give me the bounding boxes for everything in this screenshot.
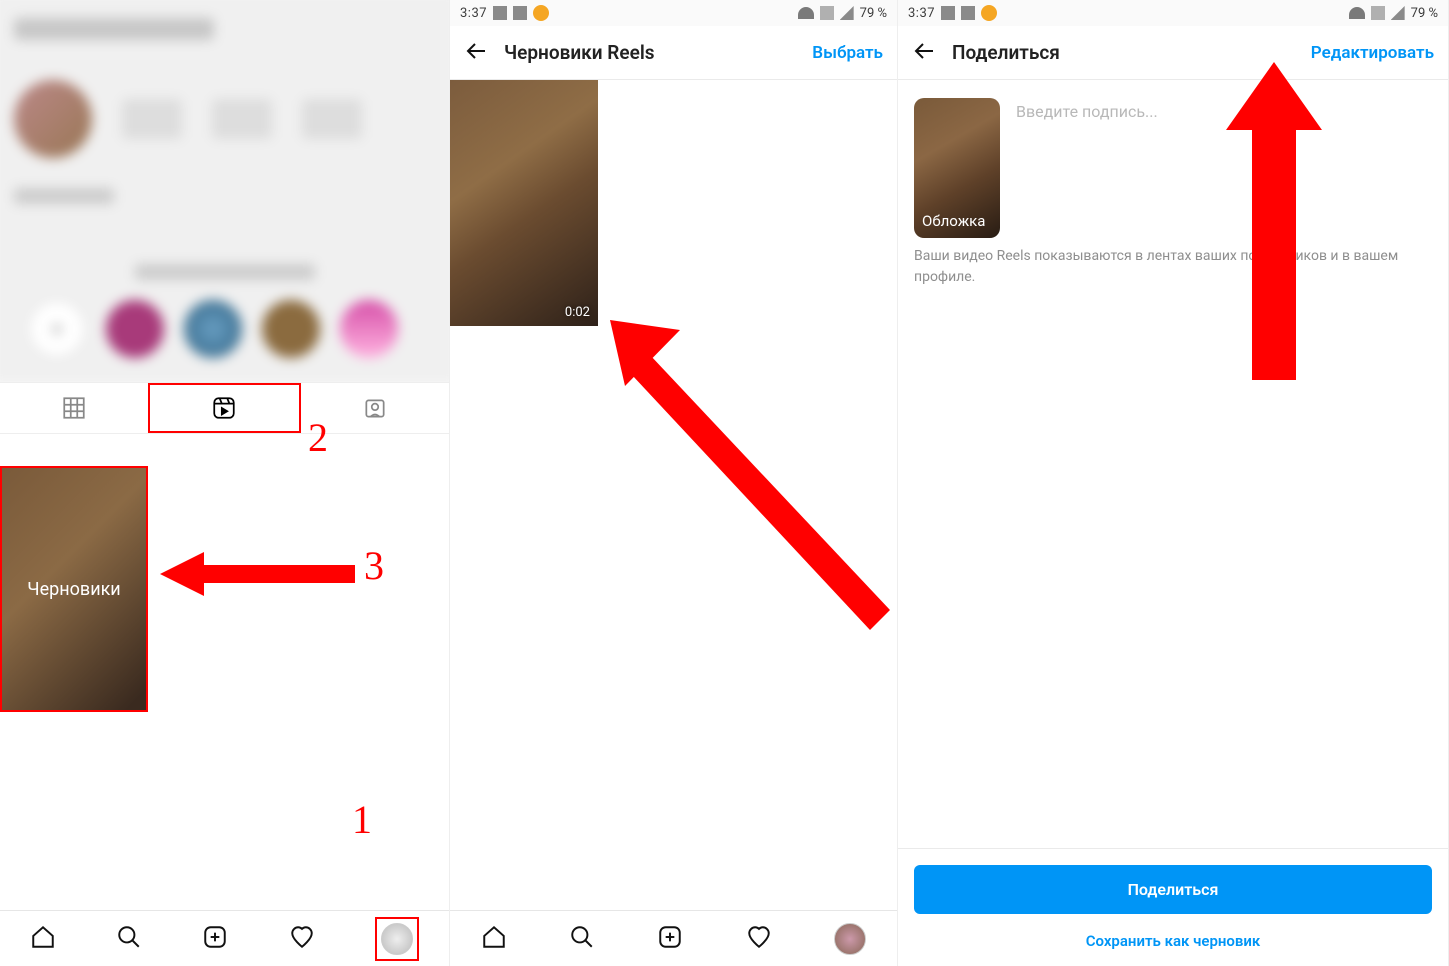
bottom-nav (0, 910, 449, 966)
search-icon (116, 924, 142, 950)
plus-square-icon (202, 924, 228, 950)
drafts-title: Черновики Reels (504, 41, 796, 64)
profile-header-blurred: + (0, 0, 450, 386)
annotation-arrow-3 (160, 544, 360, 604)
status-battery: 79 % (860, 6, 887, 21)
drafts-header: Черновики Reels Выбрать (450, 26, 897, 80)
draft-clip[interactable]: 0:02 (450, 80, 598, 326)
back-button[interactable] (912, 39, 936, 67)
edit-button[interactable]: Редактировать (1311, 43, 1434, 63)
status-bar: 3:37 79 % (450, 0, 897, 26)
save-draft-button[interactable]: Сохранить как черновик (914, 932, 1432, 950)
plus-square-icon (657, 924, 683, 950)
grid-icon (61, 395, 87, 421)
app-indicator-icon (981, 5, 997, 21)
share-header: Поделиться Редактировать (898, 26, 1448, 80)
signal-icon (1391, 6, 1405, 20)
clip-duration: 0:02 (565, 305, 590, 320)
home-icon (30, 924, 56, 950)
reels-info-text: Ваши видео Reels показываются в лентах в… (914, 246, 1432, 288)
touch-icon (493, 6, 507, 20)
share-screen: 3:37 79 % Поделиться Редактировать Облож… (898, 0, 1449, 966)
home-icon (481, 924, 507, 950)
back-button[interactable] (464, 39, 488, 67)
cover-label: Обложка (922, 212, 985, 230)
touch-icon (941, 6, 955, 20)
caption-placeholder-text: Введите подпись... (1016, 102, 1158, 121)
profile-tab-strip (0, 382, 449, 434)
signal-icon (840, 6, 854, 20)
select-button[interactable]: Выбрать (812, 43, 883, 63)
status-bar: 3:37 79 % (898, 0, 1448, 26)
image-icon (513, 6, 527, 20)
wifi-icon (1349, 7, 1365, 19)
avatar-icon (381, 923, 413, 955)
annotation-number-3: 3 (364, 542, 384, 589)
nav-home[interactable] (30, 924, 56, 954)
reels-icon (211, 395, 237, 421)
bottom-nav (450, 910, 897, 966)
arrow-left-icon (912, 39, 936, 63)
nav-profile[interactable] (375, 917, 419, 961)
app-indicator-icon (533, 5, 549, 21)
status-time: 3:37 (460, 6, 487, 21)
no-sim-icon (820, 6, 834, 20)
drafts-screen: 3:37 79 % Черновики Reels Выбрать 0:02 (450, 0, 898, 966)
nav-create[interactable] (657, 924, 683, 954)
arrow-left-icon (464, 39, 488, 63)
annotation-number-2: 2 (308, 414, 328, 461)
nav-activity[interactable] (746, 924, 772, 954)
heart-icon (289, 924, 315, 950)
annotation-arrow-clip (590, 300, 898, 630)
status-battery: 79 % (1411, 6, 1438, 21)
annotation-number-1: 1 (352, 796, 372, 843)
status-time: 3:37 (908, 6, 935, 21)
nav-search[interactable] (569, 924, 595, 954)
wifi-icon (798, 7, 814, 19)
heart-icon (746, 924, 772, 950)
share-title: Поделиться (952, 41, 1295, 64)
caption-input[interactable]: Введите подпись... (1016, 98, 1158, 238)
no-sim-icon (1371, 6, 1385, 20)
drafts-thumbnail[interactable]: Черновики (0, 466, 148, 712)
nav-activity[interactable] (289, 924, 315, 954)
image-icon (961, 6, 975, 20)
drafts-label: Черновики (27, 579, 120, 600)
nav-home[interactable] (481, 924, 507, 954)
nav-profile[interactable] (834, 923, 866, 955)
share-footer: Поделиться Сохранить как черновик (898, 848, 1448, 966)
share-button[interactable]: Поделиться (914, 865, 1432, 914)
grid-tab[interactable] (0, 383, 148, 433)
tagged-icon (362, 395, 388, 421)
nav-create[interactable] (202, 924, 228, 954)
annotation-arrow-edit (1224, 62, 1324, 382)
cover-thumbnail[interactable]: Обложка (914, 98, 1000, 238)
search-icon (569, 924, 595, 950)
reels-tab[interactable] (148, 383, 300, 433)
avatar-icon (834, 923, 866, 955)
nav-search[interactable] (116, 924, 142, 954)
profile-screen: + Черновики 1 2 3 (0, 0, 450, 966)
